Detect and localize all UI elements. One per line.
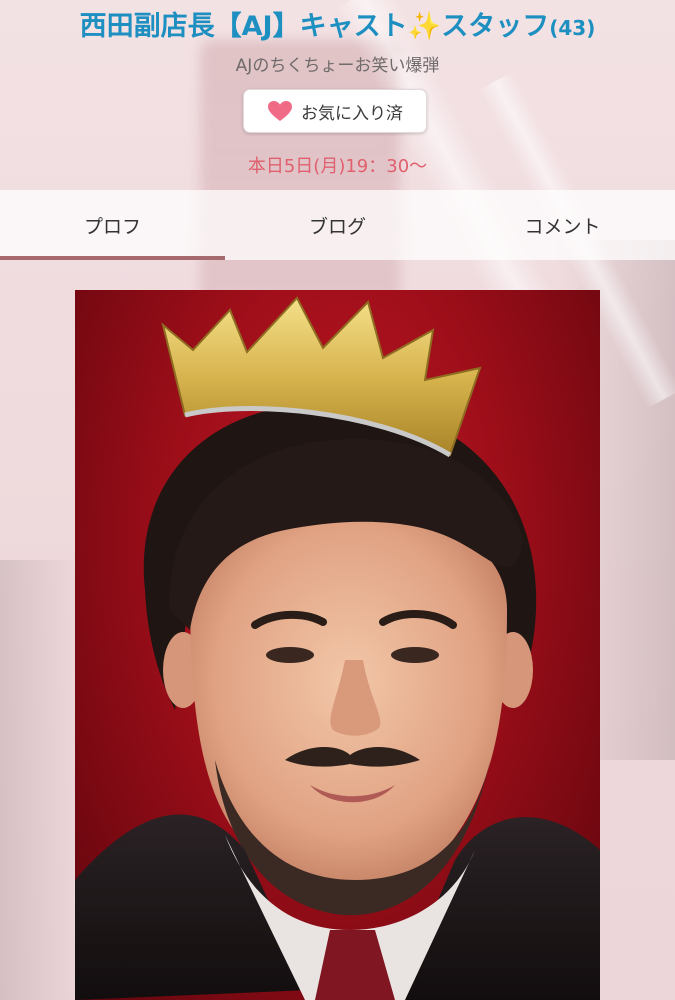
profile-photo — [75, 290, 600, 1000]
cast-name-title: 西田副店長【AJ】キャスト✨スタッフ(43) — [0, 0, 675, 43]
schedule-text: 本日5日(月)19：30〜 — [247, 156, 428, 177]
favorite-button-label: お気に入り済 — [301, 103, 403, 124]
sparkle-icon: ✨ — [407, 11, 442, 42]
title-tail: スタッフ — [441, 11, 550, 42]
tab-comment[interactable]: コメント — [450, 190, 675, 260]
heart-icon — [267, 100, 293, 122]
favorite-button[interactable]: お気に入り済 — [243, 89, 427, 133]
profile-header: 西田副店長【AJ】キャスト✨スタッフ(43) AJのちくちょーお笑い爆弾 — [0, 0, 675, 76]
tab-blog[interactable]: ブログ — [225, 190, 450, 260]
title-main: 西田副店長【AJ】キャスト — [79, 11, 408, 42]
tab-profile[interactable]: プロフ — [0, 190, 225, 260]
profile-tabs: プロフ ブログ コメント — [0, 190, 675, 260]
cast-catchphrase: AJのちくちょーお笑い爆弾 — [235, 56, 440, 76]
title-count: (43) — [549, 16, 596, 40]
